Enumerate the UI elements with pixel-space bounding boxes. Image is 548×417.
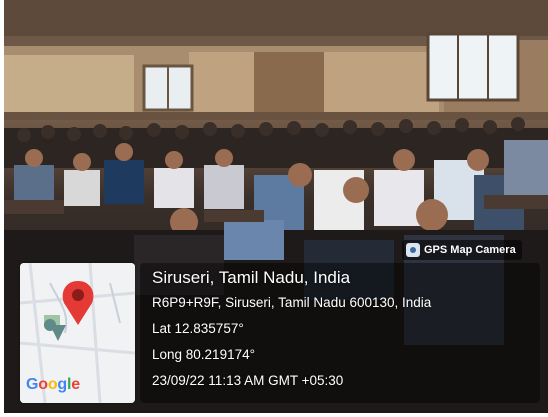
camera-icon — [406, 243, 420, 257]
badge-label: GPS Map Camera — [424, 244, 516, 256]
place-name: Siruseri, Tamil Nadu, India — [152, 268, 351, 287]
address: R6P9+R9F, Siruseri, Tamil Nadu 600130, I… — [152, 295, 432, 310]
timestamp: 23/09/22 11:13 AM GMT +05:30 — [152, 373, 344, 388]
map-thumbnail: Google — [20, 263, 135, 403]
photo-frame: Google GPS Map Camera Siruseri, Tamil Na… — [0, 0, 548, 417]
longitude: Long 80.219174° — [152, 347, 255, 362]
gps-map-camera-badge: GPS Map Camera — [402, 240, 522, 260]
google-logo: Google — [26, 376, 80, 393]
latitude: Lat 12.835757° — [152, 321, 244, 336]
